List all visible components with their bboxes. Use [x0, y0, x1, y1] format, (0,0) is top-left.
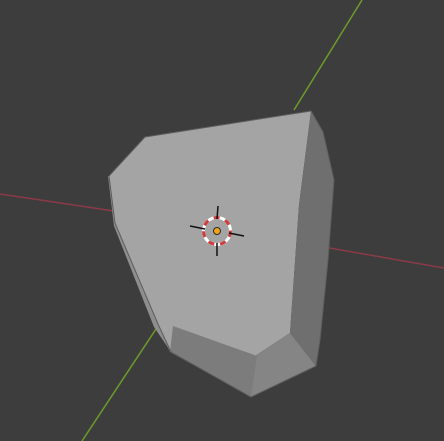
3d-viewport[interactable] [0, 0, 444, 441]
object-origin-icon [213, 227, 221, 235]
viewport-canvas[interactable] [0, 0, 444, 441]
3d-cursor-crosshair-top [216, 205, 219, 220]
